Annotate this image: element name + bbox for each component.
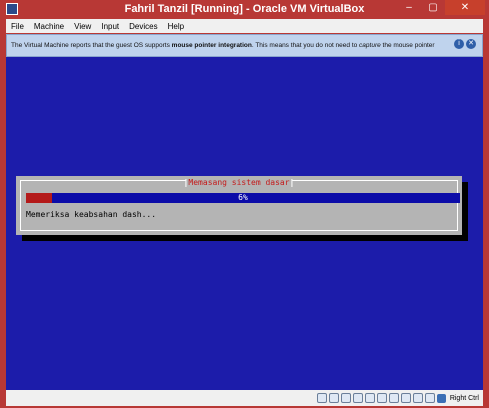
shared-folder-icon[interactable] xyxy=(376,393,387,403)
title-bar[interactable]: Fahril Tanzil [Running] - Oracle VM Virt… xyxy=(0,0,489,19)
cpu-icon[interactable] xyxy=(424,393,435,403)
installer-dialog: Memasang sistem dasar 6% Memeriksa keabs… xyxy=(16,176,462,235)
menu-file[interactable]: File xyxy=(6,22,29,31)
usb-icon[interactable] xyxy=(364,393,375,403)
close-notification-icon[interactable]: ✕ xyxy=(466,39,476,49)
guest-screen[interactable]: Memasang sistem dasar 6% Memeriksa keabs… xyxy=(6,57,483,390)
maximize-button[interactable]: ▢ xyxy=(421,0,445,15)
mouse-integration-icon[interactable] xyxy=(412,393,423,403)
audio-icon[interactable] xyxy=(340,393,351,403)
video-capture-icon[interactable] xyxy=(400,393,411,403)
virtualbox-window: Fahril Tanzil [Running] - Oracle VM Virt… xyxy=(0,0,489,408)
close-button[interactable]: ✕ xyxy=(445,0,485,15)
menu-help[interactable]: Help xyxy=(163,22,189,31)
optical-drive-icon[interactable] xyxy=(328,393,339,403)
hard-disk-icon[interactable] xyxy=(316,393,327,403)
installer-status: Memeriksa keabsahan dash... xyxy=(26,210,157,219)
menu-input[interactable]: Input xyxy=(96,22,124,31)
notification-actions: i ✕ xyxy=(454,39,476,49)
host-key-label: Right Ctrl xyxy=(449,394,479,402)
menu-machine[interactable]: Machine xyxy=(29,22,69,31)
mouse-integration-notification: The Virtual Machine reports that the gue… xyxy=(6,34,483,57)
status-bar: Right Ctrl xyxy=(6,390,483,406)
menu-bar: File Machine View Input Devices Help xyxy=(6,19,483,33)
network-icon[interactable] xyxy=(352,393,363,403)
notification-text: The Virtual Machine reports that the gue… xyxy=(11,42,435,49)
dialog-title: Memasang sistem dasar xyxy=(185,178,293,187)
keyboard-icon[interactable] xyxy=(436,393,446,403)
progress-label: 6% xyxy=(238,193,248,202)
dialog-frame: Memasang sistem dasar xyxy=(20,178,458,231)
window-controls: – ▢ ✕ xyxy=(397,0,485,15)
display-icon[interactable] xyxy=(388,393,399,403)
menu-view[interactable]: View xyxy=(69,22,96,31)
menu-devices[interactable]: Devices xyxy=(124,22,162,31)
progress-bar: 6% xyxy=(26,193,460,203)
minimize-button[interactable]: – xyxy=(397,0,421,15)
info-icon[interactable]: i xyxy=(454,39,464,49)
